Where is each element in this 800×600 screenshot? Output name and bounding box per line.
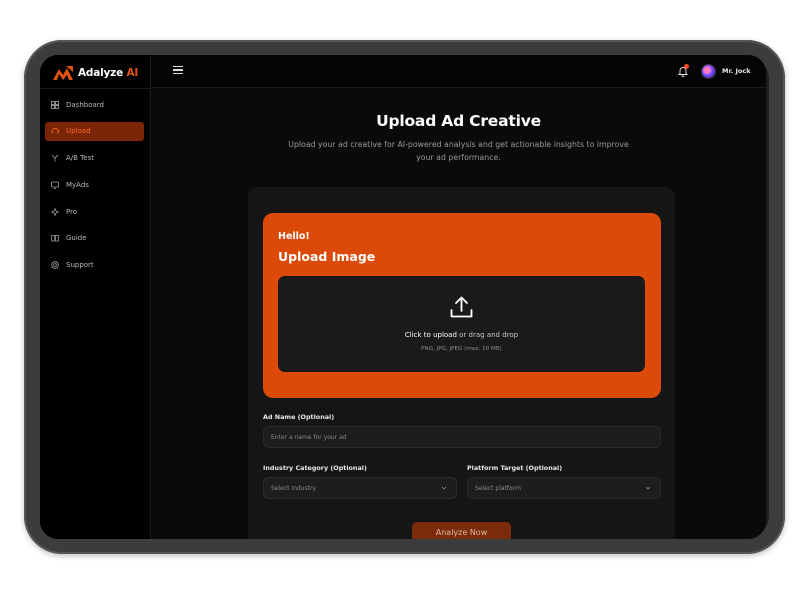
platform-select[interactable]: Select platform [467,477,661,499]
sidebar-item-guide[interactable]: Guide [45,229,144,248]
grid-icon [51,100,59,109]
sidebar-item-label: Upload [66,127,91,136]
sidebar-item-ab-test[interactable]: A/B Test [45,149,144,168]
sidebar-nav: Dashboard Upload A/B Test MyAds Pro Guid… [45,95,144,283]
file-dropzone[interactable]: Click to upload or drag and drop PNG, JP… [278,276,645,372]
divider [40,88,151,89]
ads-icon [51,181,59,189]
notification-badge [684,64,689,69]
page-subtitle: Upload your ad creative for AI-powered a… [288,140,629,162]
drag-drop-text: or drag and drop [456,331,519,339]
book-icon [51,234,59,242]
industry-select[interactable]: Select industry [263,477,457,499]
click-to-upload-link[interactable]: Click to upload [405,331,457,339]
sparkle-icon [51,207,59,216]
chevron-down-icon [441,486,447,490]
logo-icon [53,66,73,80]
upload-cloud-icon [51,127,59,135]
menu-icon[interactable] [173,66,183,75]
brand-logo[interactable]: Adalyze AI [52,63,138,83]
dropzone-text: Click to upload or drag and drop [278,331,645,339]
upload-title: Upload Image [278,249,376,264]
sidebar-item-label: A/B Test [66,154,94,163]
app-screen: Adalyze AI Dashboard Upload A/B Test MyA… [40,55,766,539]
file-type-hint: PNG, JPG, JPEG (max. 10 MB) [421,346,502,352]
greeting: Hello! [278,231,310,242]
upload-icon [450,296,473,318]
ad-name-placeholder: Enter a name for your ad [271,433,347,441]
upload-card: Hello! Upload Image Click to upload or d… [248,187,675,539]
industry-label: Industry Category (Optional) [263,464,367,472]
username[interactable]: Mr. Jock [722,67,751,75]
main-content: Upload Ad Creative Upload your ad creati… [151,88,766,539]
platform-select-value: Select platform [475,484,521,492]
ad-name-input[interactable]: Enter a name for your ad [263,426,661,448]
sidebar-item-label: Guide [66,234,87,243]
sidebar-item-label: Pro [66,207,78,216]
sidebar-item-upload[interactable]: Upload [45,121,144,141]
platform-label: Platform Target (Optional) [467,464,563,472]
analyze-now-button[interactable]: Analyze Now [412,522,511,539]
sidebar-item-myads[interactable]: MyAds [45,175,144,194]
industry-select-value: Select industry [271,484,316,492]
sidebar-item-label: Dashboard [66,100,104,109]
avatar[interactable] [701,64,716,79]
sidebar-item-dashboard[interactable]: Dashboard [45,95,144,114]
brand-name: Adalyze AI [78,67,139,79]
chevron-down-icon [645,486,651,490]
sidebar-item-pro[interactable]: Pro [45,202,144,221]
topbar: Mr. Jock [151,55,766,88]
sidebar: Adalyze AI Dashboard Upload A/B Test MyA… [40,55,151,539]
sidebar-item-label: Support [66,261,94,270]
split-icon [51,154,59,162]
sidebar-item-support[interactable]: Support [45,256,144,275]
upload-panel: Hello! Upload Image Click to upload or d… [263,213,661,398]
sidebar-item-label: MyAds [66,180,89,189]
lifebuoy-icon [51,261,59,269]
page-title: Upload Ad Creative [376,112,541,130]
ad-name-label: Ad Name (Optional) [263,413,335,421]
